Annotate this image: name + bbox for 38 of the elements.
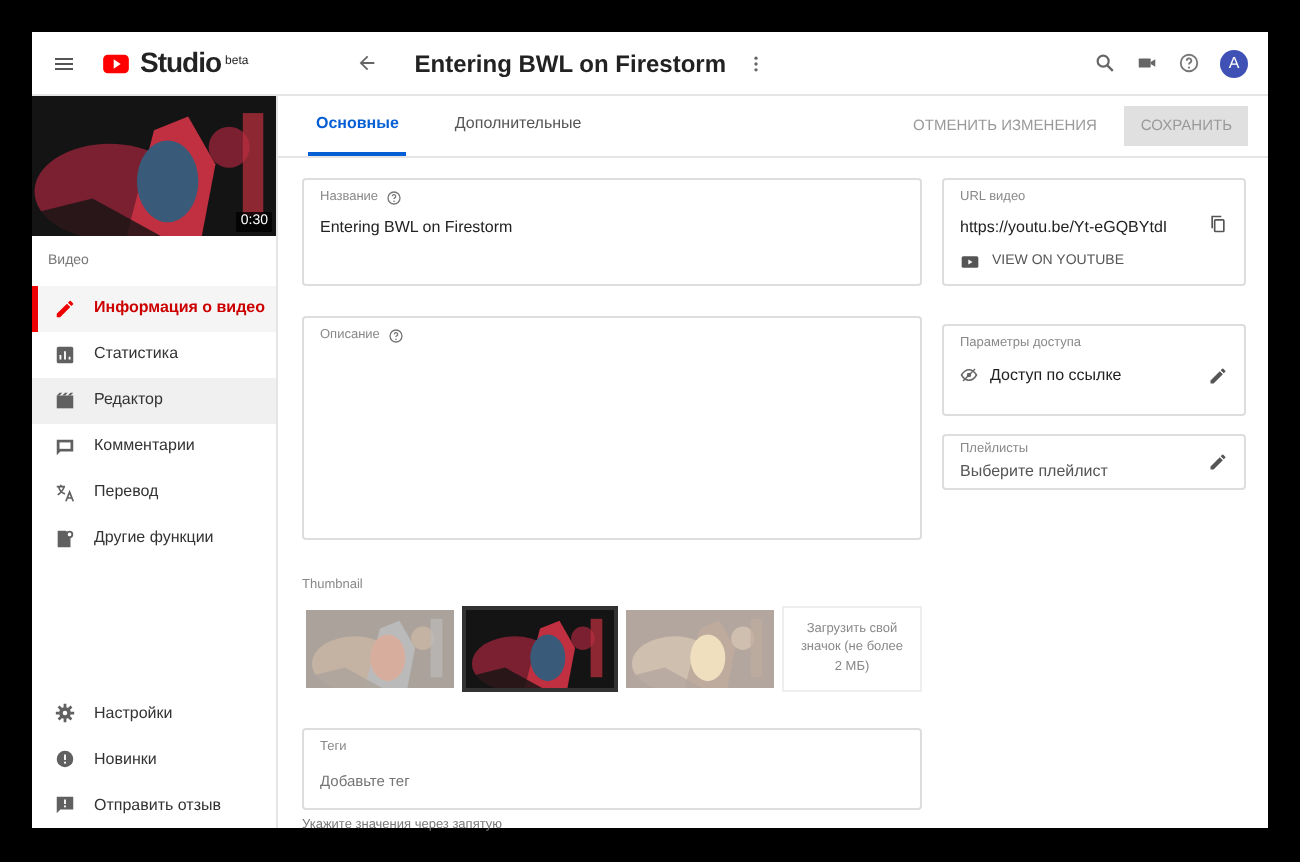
logo-text: Studio bbox=[140, 44, 222, 82]
avatar[interactable]: A bbox=[1220, 49, 1248, 77]
bar-chart-icon bbox=[54, 343, 76, 365]
field-value: Entering BWL on Firestorm bbox=[320, 215, 515, 240]
sidebar-item[interactable]: Комментарии bbox=[32, 423, 276, 469]
video-camera-icon[interactable] bbox=[1136, 52, 1158, 74]
settings-icon bbox=[54, 702, 76, 724]
sidebar-item[interactable]: Статистика bbox=[32, 331, 276, 377]
video-title: Entering BWL on Firestorm bbox=[414, 47, 727, 81]
feedback-icon bbox=[54, 794, 76, 816]
comment-icon bbox=[54, 435, 76, 457]
sidebar-item[interactable]: Новинки bbox=[32, 736, 276, 782]
hidden-eye-icon bbox=[960, 366, 978, 385]
sidebar-item[interactable]: Отправить отзыв bbox=[32, 782, 276, 828]
playlist-value: Выберите плейлист bbox=[960, 460, 1108, 485]
sidebar-item[interactable]: Информация о видео bbox=[32, 285, 276, 331]
document-icon bbox=[54, 527, 76, 549]
sidebar-item[interactable]: Перевод bbox=[32, 469, 276, 515]
help-icon bbox=[387, 327, 404, 344]
film-icon bbox=[54, 389, 76, 411]
copy-icon[interactable] bbox=[1208, 213, 1228, 234]
back-arrow-icon[interactable] bbox=[356, 52, 379, 74]
sidebar-item[interactable]: Другие функции bbox=[32, 515, 276, 561]
play-box-icon bbox=[960, 252, 980, 272]
tab[interactable]: Дополнительные bbox=[446, 96, 590, 156]
alert-icon bbox=[54, 748, 76, 770]
help-icon bbox=[386, 189, 403, 206]
edit-icon[interactable] bbox=[1208, 452, 1228, 472]
url-link[interactable]: https://youtu.be/Yt-eGQBYtdI bbox=[960, 215, 1168, 240]
search-icon[interactable] bbox=[1094, 52, 1116, 74]
translate-icon bbox=[54, 481, 76, 503]
pencil-icon bbox=[54, 297, 76, 319]
sidebar-item[interactable]: Настройки bbox=[32, 690, 276, 736]
access-value: Доступ по ссылке bbox=[990, 363, 1122, 388]
edit-icon[interactable] bbox=[1208, 365, 1228, 386]
help-icon[interactable] bbox=[1178, 52, 1200, 74]
sidebar-item[interactable]: Редактор bbox=[32, 377, 276, 423]
tab[interactable]: Основные bbox=[308, 96, 407, 156]
